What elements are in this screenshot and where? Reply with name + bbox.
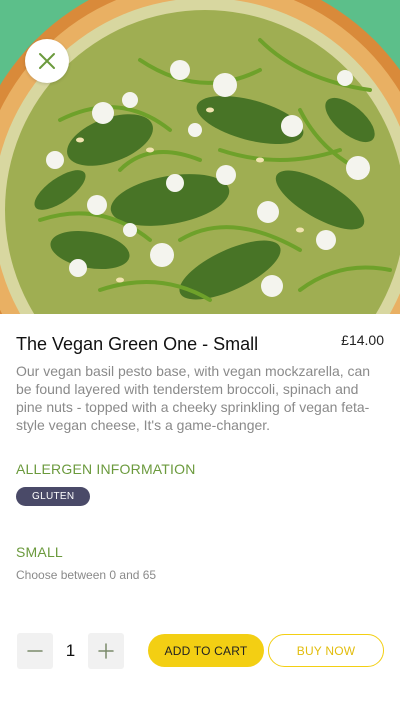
product-price: £14.00 (341, 332, 384, 348)
increase-quantity-button[interactable] (88, 633, 124, 669)
product-description: Our vegan basil pesto base, with vegan m… (16, 363, 371, 433)
plus-icon (98, 643, 114, 659)
minus-icon (27, 650, 43, 652)
size-section-title: SMALL (16, 544, 63, 560)
product-image (0, 0, 400, 314)
add-to-cart-button[interactable]: ADD TO CART (148, 634, 264, 667)
close-button[interactable] (25, 39, 69, 83)
decrease-quantity-button[interactable] (17, 633, 53, 669)
quantity-value: 1 (65, 641, 76, 660)
allergen-section-title: ALLERGEN INFORMATION (16, 461, 196, 477)
close-icon (39, 53, 55, 69)
allergen-badge: GLUTEN (16, 487, 91, 506)
size-hint: Choose between 0 and 65 (16, 568, 157, 582)
buy-now-button[interactable]: BUY NOW (268, 634, 384, 667)
product-title: The Vegan Green One - Small (16, 334, 259, 354)
